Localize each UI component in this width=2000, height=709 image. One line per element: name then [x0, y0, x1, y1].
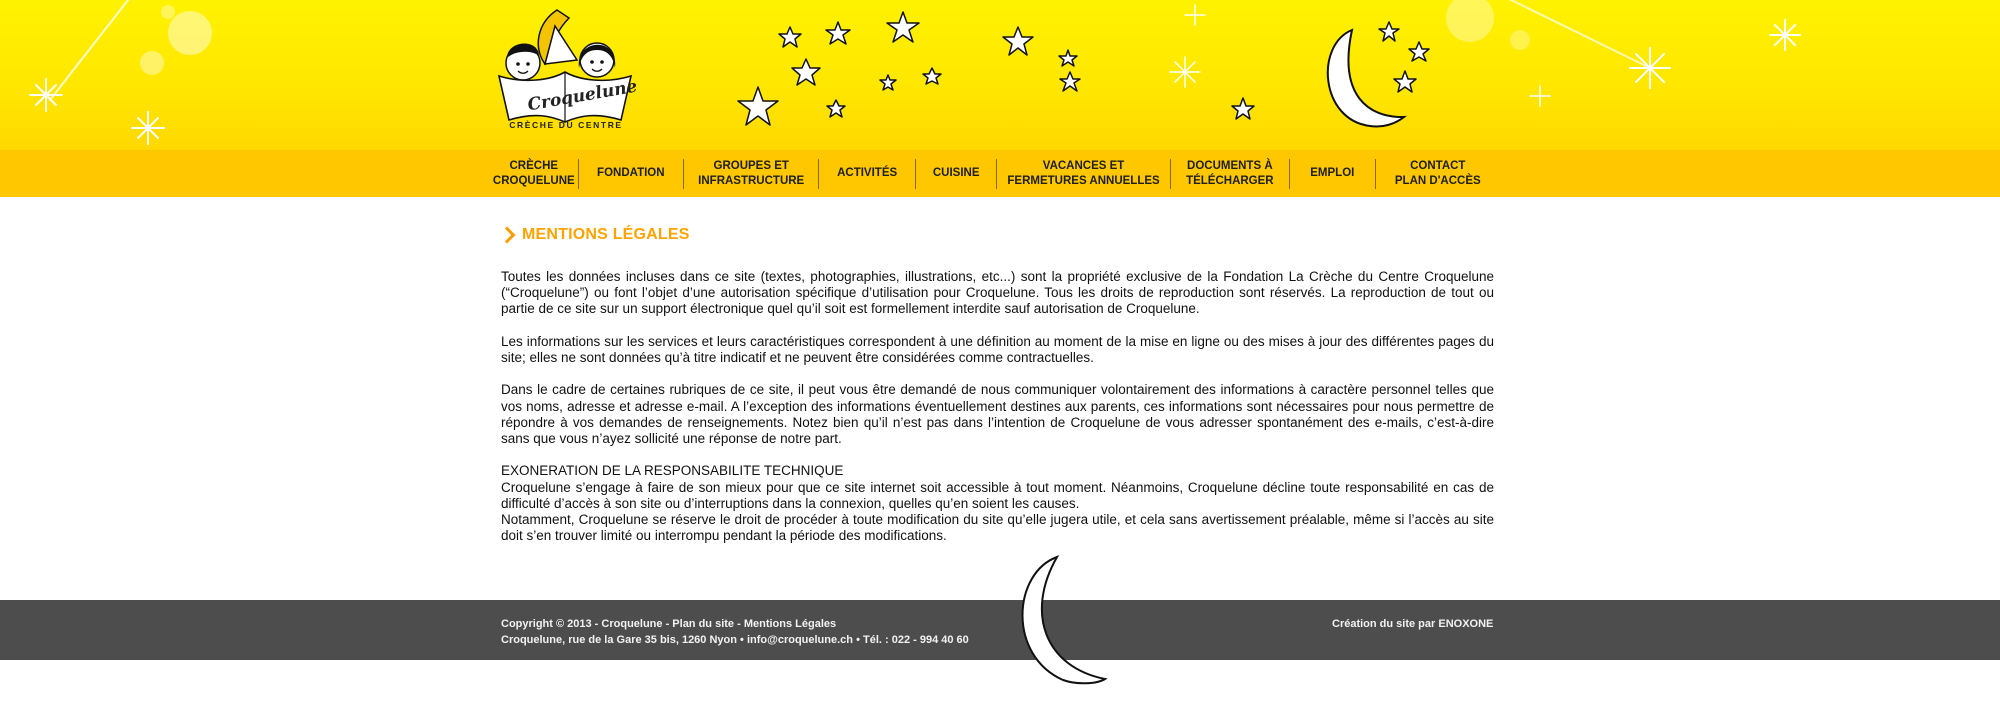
star-decoration	[737, 11, 1430, 126]
moon-icon	[1326, 28, 1408, 128]
footer-moon-icon	[1021, 555, 1108, 685]
legal-notice-link[interactable]: Mentions Légales	[744, 618, 836, 630]
nav-label-line-1: VACANCES ET	[1042, 159, 1125, 172]
technical-responsibility-section: EXONERATION DE LA RESPONSABILITE TECHNIQ…	[501, 463, 1494, 544]
page-title: MENTIONS LÉGALES	[498, 225, 1494, 245]
nav-item-vacances-fermetures[interactable]: VACANCES ET FERMETURES ANNUELLES	[996, 158, 1169, 189]
section-paragraph-modifications: Notamment, Croquelune se réserve le droi…	[501, 512, 1494, 544]
nav-item-contact[interactable]: CONTACT PLAN D'ACCÈS	[1374, 158, 1500, 189]
footer-separator: -	[734, 618, 744, 630]
nav-label-line-2: TÉLÉCHARGER	[1186, 174, 1274, 187]
nav-item-documents[interactable]: DOCUMENTS À TÉLÉCHARGER	[1169, 158, 1289, 189]
nav-item-emploi[interactable]: EMPLOI	[1289, 158, 1375, 189]
main-content: MENTIONS LÉGALES Toutes les données incl…	[498, 225, 1494, 544]
nav-item-creche-croquelune[interactable]: CRÈCHE CROQUELUNE	[490, 159, 578, 189]
logo-subtitle: CRÈCHE DU CENTRE	[509, 120, 623, 130]
nav-label-line-2: PLAN D'ACCÈS	[1394, 174, 1481, 187]
nav-label-line-1: CRÈCHE	[509, 159, 559, 172]
night-sky-illustration	[29, 0, 1801, 145]
nav-label: FONDATION	[597, 167, 665, 179]
footer-credit: Création du site par ENOXONE	[1332, 618, 1493, 630]
croquelune-logo[interactable]	[495, 8, 635, 136]
agency-link[interactable]: ENOXONE	[1438, 618, 1493, 630]
sitemap-link[interactable]: Plan du site	[672, 618, 734, 630]
site-footer: Copyright © 2013 - Croquelune - Plan du …	[0, 600, 2000, 660]
nav-item-groupes-infrastructure[interactable]: GROUPES ET INFRASTRUCTURE	[683, 158, 818, 189]
nav-label-line-2: CROQUELUNE	[492, 174, 575, 187]
site-header: Croquelune CRÈCHE DU CENTRE	[0, 0, 2000, 150]
section-heading: EXONERATION DE LA RESPONSABILITE TECHNIQ…	[501, 463, 844, 479]
footer-copyright-line: Copyright © 2013 - Croquelune - Plan du …	[501, 618, 836, 630]
nav-label-line-2: FERMETURES ANNUELLES	[1007, 174, 1160, 187]
legal-paragraph-ownership: Toutes les données incluses dans ce site…	[501, 269, 1494, 317]
page-title-text: MENTIONS LÉGALES	[522, 225, 690, 243]
nav-label-line-1: GROUPES ET	[713, 159, 789, 172]
nav-item-fondation[interactable]: FONDATION	[577, 158, 683, 189]
phone-text: • Tél. : 022 - 994 40 60	[853, 634, 969, 646]
nav-menu: CRÈCHE CROQUELUNE FONDATION GROUPES ET INF…	[490, 150, 1500, 197]
chevron-right-icon	[498, 226, 516, 244]
email-link[interactable]: info@croquelune.ch	[747, 634, 853, 646]
copyright-text: Copyright © 2013 - Croquelune -	[501, 618, 673, 630]
address-text: Croquelune, rue de la Gare 35 bis, 1260 …	[501, 634, 747, 646]
nav-item-activites[interactable]: ACTIVITÉS	[818, 158, 915, 189]
legal-paragraph-personal-data: Dans le cadre de certaines rubriques de …	[501, 382, 1494, 446]
nav-label-line-1: DOCUMENTS À	[1187, 159, 1273, 172]
legal-paragraph-information: Les informations sur les services et leu…	[501, 333, 1494, 365]
nav-label: ACTIVITÉS	[837, 167, 898, 179]
nav-label: EMPLOI	[1310, 167, 1355, 179]
credit-text: Création du site par	[1332, 618, 1439, 630]
nav-label-line-2: INFRASTRUCTURE	[698, 174, 805, 187]
nav-label: CUISINE	[932, 167, 980, 179]
footer-address-line: Croquelune, rue de la Gare 35 bis, 1260 …	[501, 634, 969, 646]
nav-label-line-1: CONTACT	[1410, 159, 1466, 172]
sparkle-decoration	[29, 0, 1801, 145]
main-navigation: CRÈCHE CROQUELUNE FONDATION GROUPES ET INF…	[0, 150, 2000, 197]
nav-item-cuisine[interactable]: CUISINE	[914, 158, 997, 189]
section-paragraph-access: Croquelune s’engage à faire de son mieux…	[501, 479, 1494, 511]
